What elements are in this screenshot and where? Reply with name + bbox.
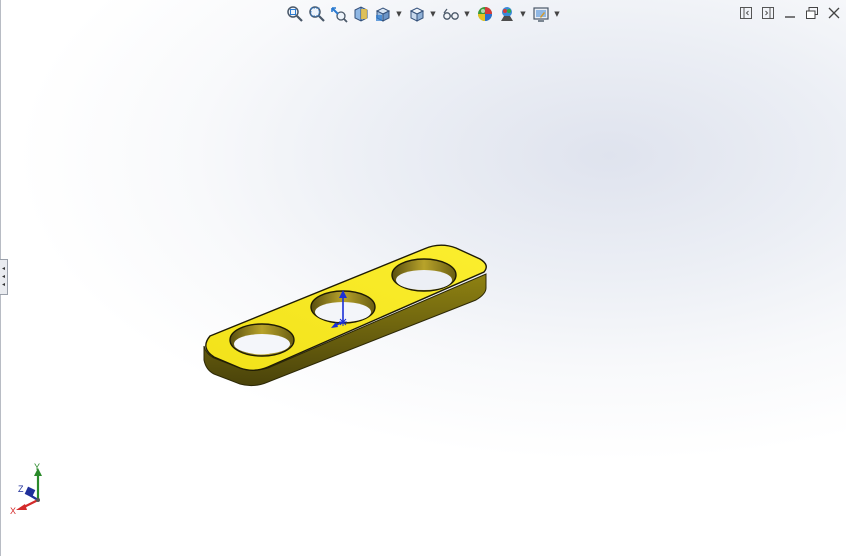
triad-y-label: Y [34,462,40,472]
graphics-area[interactable]: ▼ ▼ ▼ ▼ ▼ ◂ ◂ ◂ Y Z X [0,0,846,556]
triad-y-axis: Y [34,462,42,500]
triad-z-axis: Z [18,484,39,501]
triad-x-axis: X [10,499,39,516]
hole-left [229,323,295,357]
part-model[interactable] [0,0,846,556]
reference-triad[interactable]: Y Z X [8,460,58,520]
triad-z-label: Z [18,484,24,494]
hole-right [391,258,457,292]
triad-x-label: X [10,506,16,516]
